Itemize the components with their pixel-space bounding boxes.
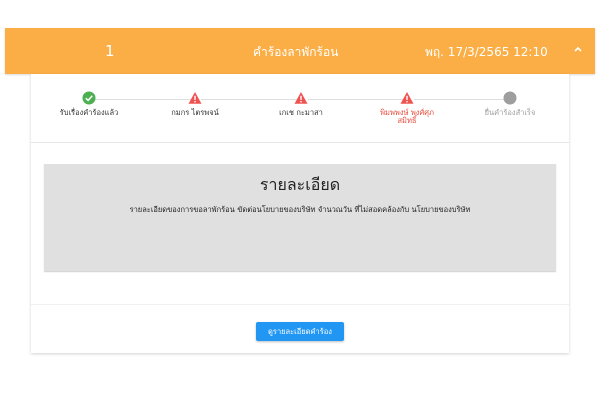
detail-panel: รายละเอียด รายละเอียดของการขอลาพักร้อน ข…	[44, 164, 556, 271]
circle-icon	[503, 91, 517, 105]
warning-icon	[188, 92, 202, 104]
request-title: คำร้องลาพักร้อน	[253, 45, 339, 59]
warning-icon	[400, 92, 414, 104]
step-approver-3: พิมพพงษ์ พงศ์ศุภสมิทธิ์	[352, 91, 462, 125]
warning-icon	[294, 92, 308, 104]
request-header[interactable]: 1 คำร้องลาพักร้อน พฤ. 17/3/2565 12:10	[5, 28, 595, 74]
step-submitted: ยื่นคำร้องสำเร็จ	[455, 91, 565, 117]
detail-title: รายละเอียด	[259, 175, 341, 194]
request-date: พฤ. 17/3/2565 12:10	[425, 45, 548, 59]
chevron-up-icon[interactable]	[571, 42, 585, 56]
approval-stepper: รับเรื่องคำร้องแล้ว กมกร ไตรพจน์ เกเช กะ…	[31, 74, 569, 140]
request-card: รับเรื่องคำร้องแล้ว กมกร ไตรพจน์ เกเช กะ…	[31, 74, 569, 353]
detail-text: รายละเอียดของการขอลาพักร้อน ขัดต่อนโยบาย…	[129, 205, 471, 214]
divider	[31, 142, 569, 143]
step-label: รับเรื่องคำร้องแล้ว	[59, 108, 119, 117]
step-label: ยื่นคำร้องสำเร็จ	[484, 108, 536, 117]
step-approver-2: เกเช กะมาสา	[246, 91, 356, 117]
step-label: กมกร ไตรพจน์	[171, 108, 219, 117]
step-label: พิมพพงษ์ พงศ์ศุภสมิทธิ์	[380, 108, 434, 125]
step-received: รับเรื่องคำร้องแล้ว	[34, 91, 144, 117]
check-circle-icon	[82, 91, 96, 105]
step-label: เกเช กะมาสา	[279, 108, 323, 117]
step-approver-1: กมกร ไตรพจน์	[140, 91, 250, 117]
view-request-details-button[interactable]: ดูรายละเอียดคำร้อง	[256, 322, 344, 341]
request-number: 1	[105, 42, 115, 60]
divider	[31, 304, 569, 305]
